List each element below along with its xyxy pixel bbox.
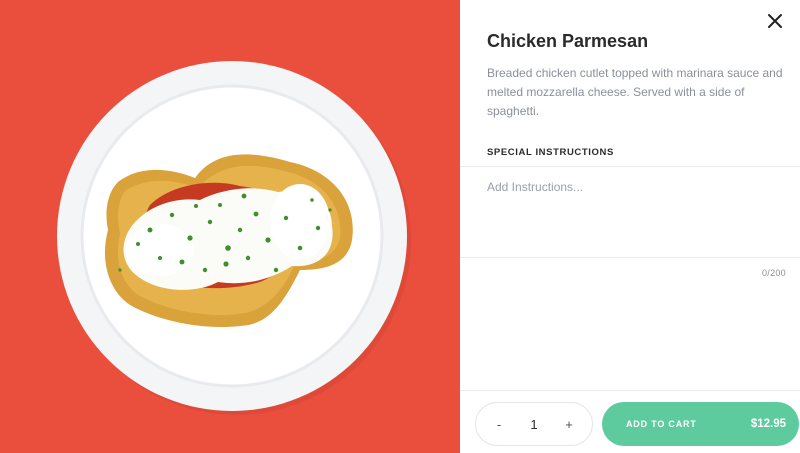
item-modal: Chicken Parmesan Breaded chicken cutlet …	[0, 0, 800, 453]
decrement-button[interactable]: -	[492, 417, 506, 432]
add-to-cart-button[interactable]: ADD TO CART $12.95	[602, 402, 799, 446]
dish-photo	[0, 0, 460, 453]
special-instructions-input[interactable]	[460, 167, 800, 257]
quantity-stepper: - 1 +	[475, 402, 593, 446]
divider	[460, 257, 800, 258]
special-instructions-label: SPECIAL INSTRUCTIONS	[487, 147, 614, 158]
dish-illustration	[0, 0, 460, 453]
item-price: $12.95	[750, 418, 786, 430]
item-description: Breaded chicken cutlet topped with marin…	[487, 66, 783, 118]
item-title: Chicken Parmesan	[487, 31, 649, 51]
item-details-panel: Chicken Parmesan Breaded chicken cutlet …	[460, 0, 800, 453]
close-icon	[768, 14, 782, 28]
close-button[interactable]	[764, 10, 786, 32]
increment-button[interactable]: +	[562, 417, 576, 432]
character-counter: 0/200	[761, 268, 786, 278]
footer-divider	[460, 390, 800, 391]
add-to-cart-label: ADD TO CART	[626, 419, 697, 429]
quantity-value: 1	[530, 416, 538, 432]
